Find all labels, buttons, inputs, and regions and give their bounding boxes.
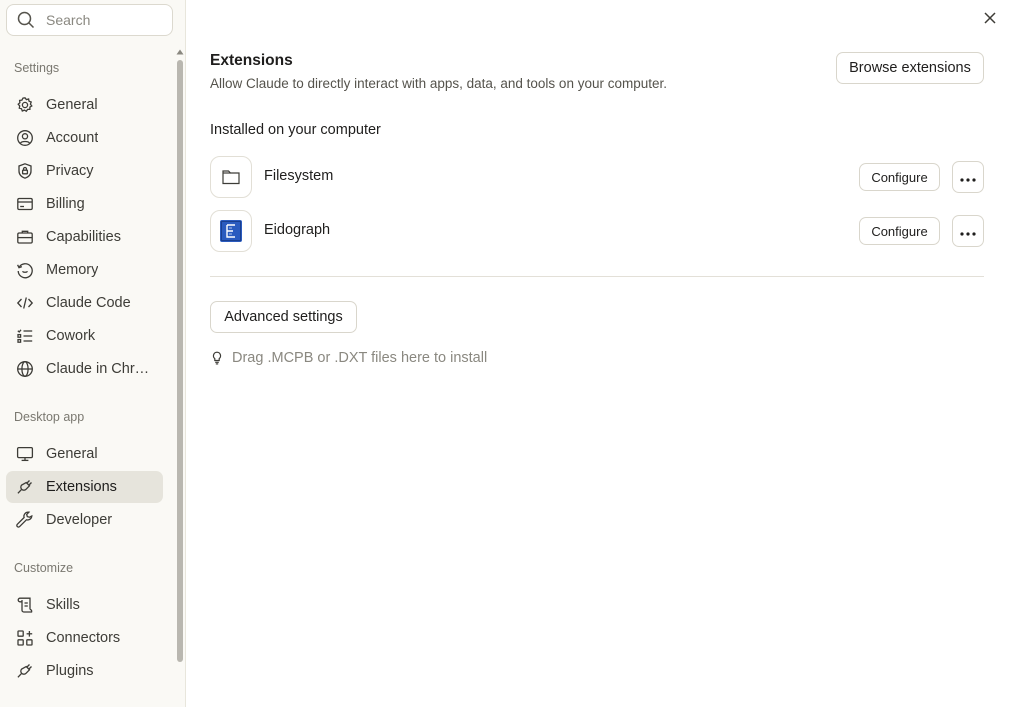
close-icon	[983, 11, 997, 30]
drag-drop-hint: Drag .MCPB or .DXT files here to install	[210, 350, 487, 366]
sidebar-item-label: Extensions	[46, 479, 117, 495]
sidebar: Settings General Account Privacy Billing…	[0, 0, 186, 707]
shield-lock-icon	[16, 162, 34, 180]
sidebar-item-label: Cowork	[46, 328, 96, 344]
sidebar-item-billing[interactable]: Billing	[6, 188, 163, 220]
sidebar-item-label: Skills	[46, 597, 80, 613]
configure-button[interactable]: Configure	[859, 163, 940, 191]
sidebar-item-label: Account	[46, 130, 99, 146]
sidebar-item-capabilities[interactable]: Capabilities	[6, 221, 163, 253]
sidebar-item-plugins[interactable]: Plugins	[6, 655, 163, 687]
section-label-settings: Settings	[14, 61, 60, 75]
extension-name: Filesystem	[264, 168, 334, 184]
configure-button[interactable]: Configure	[859, 217, 940, 245]
extension-name: Eidograph	[264, 222, 331, 238]
browse-extensions-button[interactable]: Browse extensions	[836, 52, 984, 84]
sidebar-item-skills[interactable]: Skills	[6, 589, 163, 621]
advanced-settings-button[interactable]: Advanced settings	[210, 301, 357, 333]
sidebar-item-memory[interactable]: Memory	[6, 254, 163, 286]
code-icon	[16, 294, 34, 312]
sidebar-item-desktop-general[interactable]: General	[6, 438, 163, 470]
plug-icon	[16, 478, 34, 496]
more-options-button[interactable]	[952, 161, 984, 193]
monitor-icon	[16, 445, 34, 463]
more-options-button[interactable]	[952, 215, 984, 247]
sidebar-item-label: General	[46, 97, 98, 113]
credit-card-icon	[16, 195, 34, 213]
search-icon	[16, 10, 36, 30]
sidebar-item-label: Privacy	[46, 163, 94, 179]
sidebar-item-label: Capabilities	[46, 229, 121, 245]
sidebar-item-label: Memory	[46, 262, 99, 278]
sidebar-item-extensions[interactable]: Extensions	[6, 471, 163, 503]
search-box[interactable]	[6, 4, 173, 36]
installed-heading: Installed on your computer	[210, 122, 381, 138]
connectors-icon	[16, 629, 34, 647]
gear-icon	[16, 96, 34, 114]
sidebar-item-developer[interactable]: Developer	[6, 504, 163, 536]
page-subtitle: Allow Claude to directly interact with a…	[210, 76, 667, 91]
sidebar-item-label: Connectors	[46, 630, 121, 646]
sidebar-item-label: General	[46, 446, 98, 462]
sidebar-item-claude-code[interactable]: Claude Code	[6, 287, 163, 319]
eidograph-logo-icon	[210, 210, 252, 252]
checklist-icon	[16, 327, 34, 345]
folder-icon	[210, 156, 252, 198]
more-horizontal-icon	[960, 170, 976, 185]
user-circle-icon	[16, 129, 34, 147]
sidebar-item-label: Plugins	[46, 663, 94, 679]
section-label-customize: Customize	[14, 561, 74, 575]
lightbulb-icon	[210, 350, 224, 366]
sidebar-item-cowork[interactable]: Cowork	[6, 320, 163, 352]
sidebar-item-label: Claude Code	[46, 295, 131, 311]
sidebar-item-label: Claude in Chr…	[46, 361, 150, 377]
page-title: Extensions	[210, 52, 293, 69]
drag-hint-text: Drag .MCPB or .DXT files here to install	[232, 350, 488, 366]
memory-icon	[16, 261, 34, 279]
extension-row-filesystem: Filesystem Configure	[210, 156, 984, 198]
wrench-icon	[16, 511, 34, 529]
globe-icon	[16, 360, 34, 378]
sidebar-item-claude-in-chrome[interactable]: Claude in Chr…	[6, 353, 163, 385]
briefcase-icon	[16, 228, 34, 246]
sidebar-item-label: Developer	[46, 512, 113, 528]
sidebar-item-label: Billing	[46, 196, 85, 212]
sidebar-item-privacy[interactable]: Privacy	[6, 155, 163, 187]
sidebar-scrollbar[interactable]	[176, 48, 184, 664]
sidebar-item-connectors[interactable]: Connectors	[6, 622, 163, 654]
close-button[interactable]	[978, 8, 1002, 32]
divider	[210, 276, 984, 277]
section-label-desktop-app: Desktop app	[14, 410, 85, 424]
search-input[interactable]	[46, 12, 156, 28]
scrollbar-thumb[interactable]	[177, 60, 183, 662]
sidebar-item-general[interactable]: General	[6, 89, 163, 121]
plug-icon	[16, 662, 34, 680]
scroll-icon	[16, 596, 34, 614]
sidebar-item-account[interactable]: Account	[6, 122, 163, 154]
extension-row-eidograph: Eidograph Configure	[210, 210, 984, 252]
more-horizontal-icon	[960, 224, 976, 239]
scroll-up-arrow-icon[interactable]	[176, 48, 184, 56]
